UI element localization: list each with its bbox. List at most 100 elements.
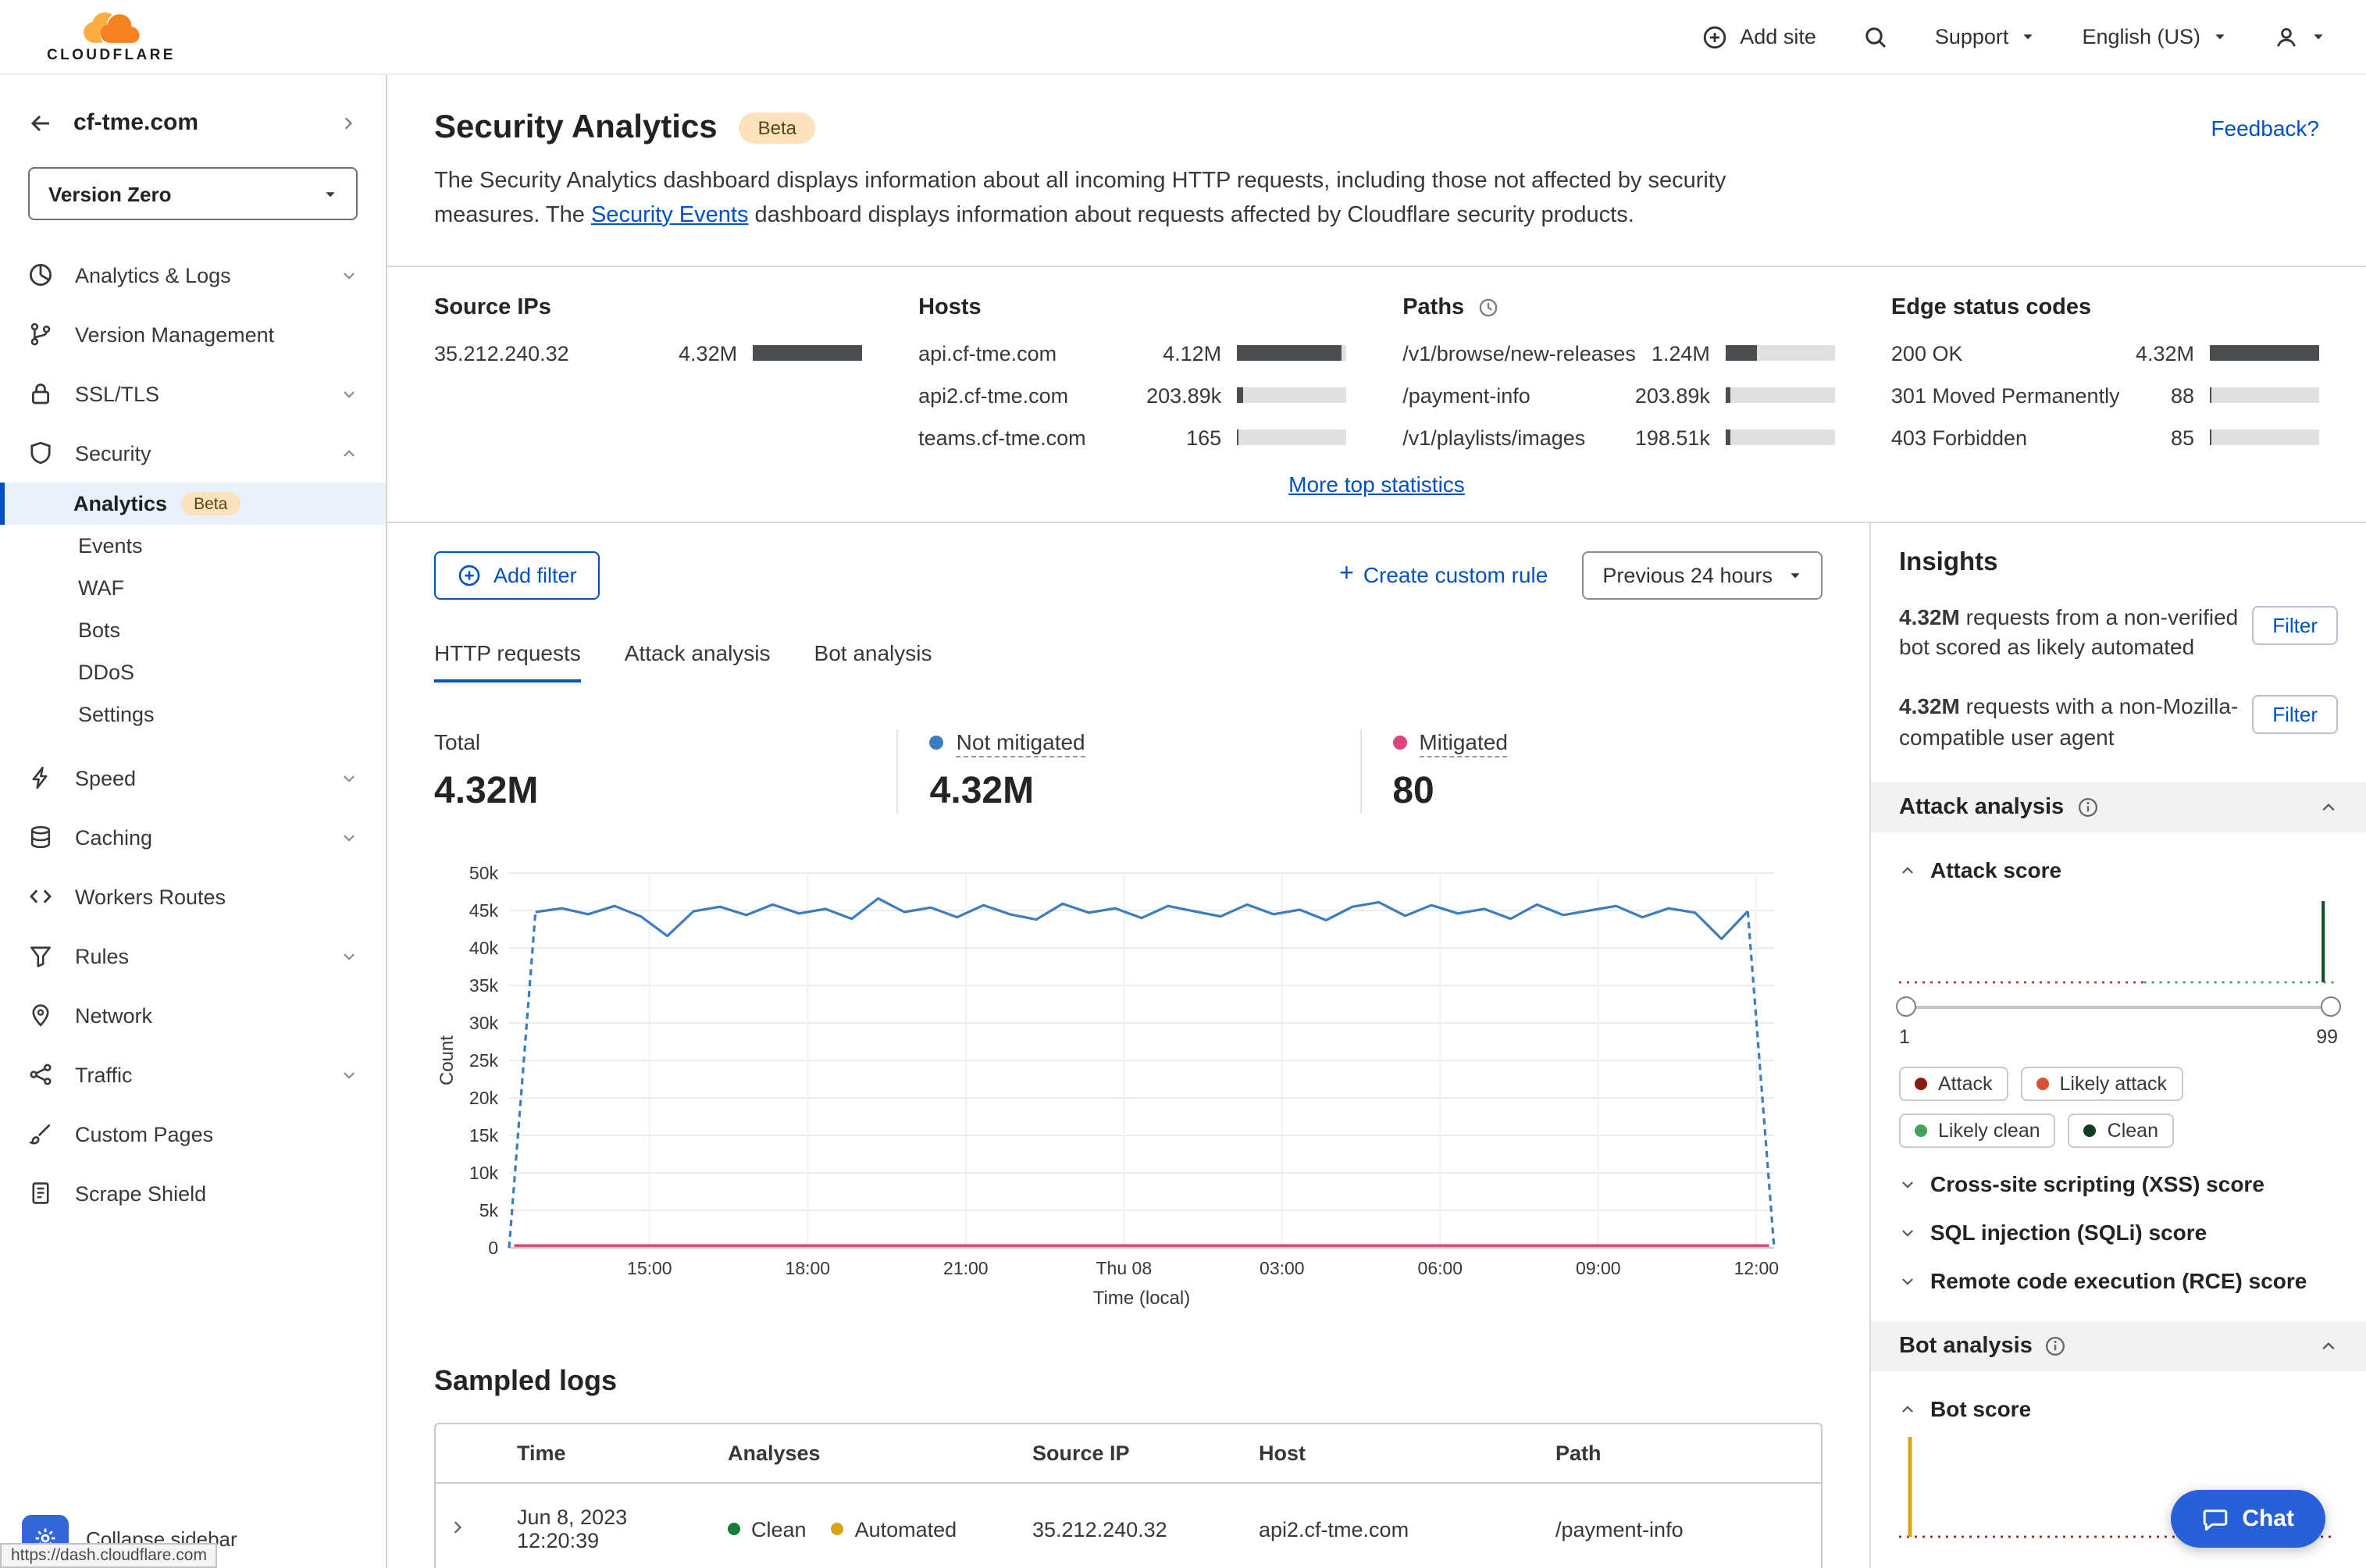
legend-chip-likely-attack[interactable]: Likely attack — [2020, 1067, 2183, 1101]
sidebar-item-label: Caching — [75, 825, 153, 849]
sidebar-item-rules[interactable]: Rules — [0, 926, 386, 985]
back-arrow-icon[interactable] — [28, 110, 53, 135]
add-site-button[interactable]: Add site — [1702, 24, 1816, 49]
sidebar-item-security-ddos[interactable]: DDoS — [0, 651, 386, 693]
mitigated-requests: Mitigated 80 — [1359, 729, 1823, 814]
legend-chip-clean[interactable]: Clean — [2068, 1114, 2174, 1148]
collapsed-section-sql-injection-sqli-score[interactable]: SQL injection (SQLi) score — [1899, 1220, 2338, 1245]
stat-bar — [1237, 387, 1347, 403]
expand-row-chevron-icon[interactable] — [436, 1495, 504, 1563]
stat-column-edge-status-codes: Edge status codes 200 OK 4.32M 301 Moved Pe… — [1891, 294, 2319, 468]
not-mitigated-requests: Not mitigated 4.32M — [896, 729, 1360, 814]
table-row[interactable]: Jun 8, 2023 12:20:39 Clean Automated 35.212… — [436, 1484, 1821, 1568]
feedback-link[interactable]: Feedback? — [2211, 116, 2319, 141]
sidebar-item-security-bots[interactable]: Bots — [0, 609, 386, 651]
sidebar-item-ssl-tls[interactable]: SSL/TLS — [0, 364, 386, 423]
analysis-dot — [831, 1523, 844, 1536]
sidebar-item-version-management[interactable]: Version Management — [0, 305, 386, 364]
insight-value: 4.32M — [1899, 604, 1960, 629]
sidebar-item-security[interactable]: Security — [0, 423, 386, 483]
sidebar-item-traffic[interactable]: Traffic — [0, 1045, 386, 1104]
stat-row: api.cf-tme.com 4.12M — [918, 341, 1347, 365]
chevron-down-icon — [2213, 30, 2227, 44]
cloudflare-logo[interactable]: CLOUDFLARE — [47, 9, 176, 64]
bot-analysis-section-header[interactable]: Bot analysis — [1871, 1321, 2366, 1371]
legend-chip-likely-clean[interactable]: Likely clean — [1899, 1114, 2056, 1148]
stat-label: /payment-info — [1402, 383, 1530, 407]
svg-text:15k: 15k — [469, 1125, 499, 1146]
chevron-down-icon — [323, 187, 337, 201]
stat-label: 35.212.240.32 — [434, 341, 569, 365]
insight-value: 4.32M — [1899, 693, 1960, 719]
create-custom-rule-link[interactable]: + Create custom rule — [1339, 561, 1548, 587]
stat-bar — [2210, 387, 2319, 403]
sidebar-item-workers-routes[interactable]: Workers Routes — [0, 867, 386, 926]
svg-text:30k: 30k — [469, 1013, 499, 1033]
chevron-down-icon — [2311, 30, 2325, 44]
info-icon[interactable] — [2076, 796, 2098, 818]
analytics-content: Add filter + Create custom rule Previous… — [387, 522, 1869, 1568]
add-filter-button[interactable]: Add filter — [434, 551, 600, 599]
legend-dot — [1915, 1124, 1927, 1137]
support-label: Support — [1934, 25, 2009, 48]
sidebar-item-security-settings[interactable]: Settings — [0, 693, 386, 736]
search-button[interactable] — [1863, 24, 1888, 49]
sidebar-item-network[interactable]: Network — [0, 985, 386, 1045]
sidebar-nav: Analytics & Logs Version Management SSL/TL… — [0, 245, 386, 1223]
analytics-icon — [28, 262, 53, 287]
tab-http-requests[interactable]: HTTP requests — [434, 640, 581, 682]
not-mitigated-value: 4.32M — [929, 770, 1035, 812]
sidebar-item-security-events[interactable]: Events — [0, 525, 386, 567]
tab-bot-analysis[interactable]: Bot analysis — [814, 640, 932, 682]
branch-icon — [28, 322, 53, 347]
sidebar-item-security-analytics[interactable]: Analytics Beta — [0, 483, 386, 525]
site-switcher[interactable]: cf-tme.com — [0, 94, 386, 151]
sidebar-item-security-waf[interactable]: WAF — [0, 567, 386, 609]
insight-filter-button[interactable]: Filter — [2252, 605, 2338, 644]
stat-bar — [2210, 345, 2319, 361]
history-clock-icon[interactable] — [1477, 296, 1498, 318]
account-menu[interactable] — [2274, 24, 2325, 49]
main-content: Security Analytics Beta Feedback? The Se… — [387, 75, 2366, 1568]
tab-attack-analysis[interactable]: Attack analysis — [625, 640, 771, 682]
sidebar-item-caching[interactable]: Caching — [0, 807, 386, 867]
language-menu[interactable]: English (US) — [2082, 25, 2227, 48]
chat-button[interactable]: Chat — [2170, 1490, 2325, 1548]
stat-row: /payment-info 203.89k — [1402, 383, 1835, 407]
range-min-label: 1 — [1899, 1026, 1910, 1048]
column-header-path: Path — [1555, 1441, 1602, 1465]
search-icon — [1863, 24, 1888, 49]
not-mitigated-label[interactable]: Not mitigated — [956, 729, 1085, 757]
attack-analysis-section-header[interactable]: Attack analysis — [1871, 782, 2366, 832]
stat-label: teams.cf-tme.com — [918, 426, 1086, 449]
sidebar-item-label: Scrape Shield — [75, 1181, 207, 1205]
slider-handle-min[interactable] — [1896, 996, 1916, 1017]
attack-score-toggle[interactable]: Attack score — [1899, 857, 2338, 882]
info-icon[interactable] — [2045, 1335, 2067, 1357]
collapsed-section-cross-site-scripting-xss-score[interactable]: Cross-site scripting (XSS) score — [1899, 1171, 2338, 1196]
stat-label: /v1/browse/new-releases — [1402, 341, 1636, 365]
insight-filter-button[interactable]: Filter — [2252, 695, 2338, 735]
version-select-value: Version Zero — [48, 182, 172, 205]
sidebar-item-analytics-logs[interactable]: Analytics & Logs — [0, 245, 386, 305]
support-menu[interactable]: Support — [1935, 25, 2036, 48]
collapsed-section-remote-code-execution-rce-score[interactable]: Remote code execution (RCE) score — [1899, 1268, 2338, 1293]
sidebar-item-speed[interactable]: Speed — [0, 748, 386, 807]
chevron-right-icon[interactable] — [339, 113, 358, 132]
stat-row: teams.cf-tme.com 165 — [918, 426, 1347, 449]
svg-text:45k: 45k — [469, 900, 499, 921]
security-events-link[interactable]: Security Events — [591, 203, 749, 228]
sidebar-submenu-security: Analytics Beta Events WAF Bots DDoS Settings — [0, 483, 386, 748]
mitigated-label[interactable]: Mitigated — [1419, 729, 1508, 757]
time-range-dropdown[interactable]: Previous 24 hours — [1582, 551, 1823, 599]
lock-icon — [28, 381, 53, 406]
legend-chip-attack[interactable]: Attack — [1899, 1067, 2008, 1101]
sidebar-item-custom-pages[interactable]: Custom Pages — [0, 1104, 386, 1164]
version-select[interactable]: Version Zero — [28, 167, 358, 220]
sidebar-item-scrape-shield[interactable]: Scrape Shield — [0, 1164, 386, 1223]
bot-score-toggle[interactable]: Bot score — [1899, 1396, 2338, 1421]
cell-host: api2.cf-tme.com — [1259, 1517, 1409, 1541]
slider-handle-max[interactable] — [2321, 996, 2341, 1017]
more-top-statistics-link[interactable]: More top statistics — [1288, 471, 1465, 496]
legend-dot — [1915, 1078, 1927, 1090]
